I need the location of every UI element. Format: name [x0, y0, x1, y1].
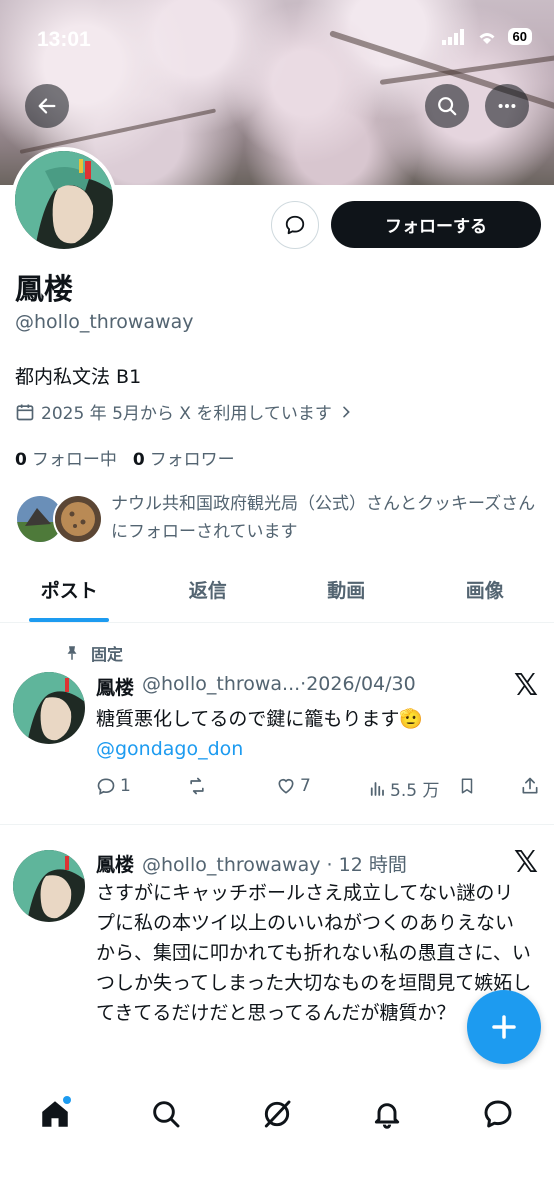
post-header: 鳳楼 @hollo_throwa...·2026/04/30 [96, 673, 416, 700]
like-button[interactable]: 7 [276, 776, 311, 796]
post-body: 糖質悪化してるので鍵に籠もります🫡 [96, 708, 424, 730]
bookmark-icon [461, 778, 473, 794]
share-icon [522, 777, 538, 794]
followed-by-text: ナウル共和国政府観光局（公式）さんとクッキーズさんにフォローされています [111, 494, 536, 542]
repost-icon [190, 777, 204, 795]
joined-text: 2025 年 5月から X を利用しています [41, 404, 332, 424]
search-icon [153, 1101, 180, 1128]
pinned-label: 固定 [91, 645, 124, 664]
followers-label: フォロワー [149, 450, 235, 470]
like-count: 7 [300, 776, 311, 796]
x-logo-icon: 𝕏 [513, 845, 538, 880]
x-logo-icon: 𝕏 [513, 668, 538, 703]
repost-button[interactable] [186, 776, 212, 796]
message-button[interactable] [271, 201, 319, 249]
pin-icon [67, 646, 77, 660]
arrow-left-icon [38, 98, 56, 114]
profile-handle: @hollo_throwaway [15, 311, 194, 333]
nav-search[interactable] [146, 1094, 186, 1134]
back-button[interactable] [25, 84, 69, 128]
follower-avatar-2 [53, 494, 103, 544]
post-avatar[interactable] [13, 850, 85, 922]
post-divider [0, 824, 554, 825]
profile-bio: 都内私文法 B1 [15, 366, 142, 388]
post-meta: @hollo_throwa...·2026/04/30 [142, 673, 416, 695]
more-button[interactable] [485, 84, 529, 128]
post-author-name[interactable]: 鳳楼 [96, 673, 134, 700]
nav-grok[interactable] [257, 1094, 297, 1134]
status-bar: 13:01 60 [0, 0, 554, 80]
heart-icon [278, 778, 294, 794]
chevron-right-icon [343, 406, 350, 417]
joined-date[interactable]: 2025 年 5月から X を利用しています [15, 399, 354, 424]
wifi-icon [479, 32, 495, 44]
tab-videos[interactable]: 動画 [277, 565, 416, 622]
profile-avatar[interactable] [11, 147, 117, 253]
bookmark-button[interactable] [458, 776, 476, 796]
nav-home[interactable] [35, 1094, 75, 1134]
reply-icon [97, 778, 115, 795]
follow-button[interactable]: フォローする [331, 201, 541, 248]
search-icon [438, 97, 457, 116]
compose-button[interactable] [467, 990, 541, 1064]
tab-posts[interactable]: ポスト [0, 565, 139, 622]
views-button[interactable]: 5.5 万 [368, 776, 439, 801]
post-author-name[interactable]: 鳳楼 [96, 850, 134, 877]
post-mention[interactable]: @gondago_don [96, 734, 423, 764]
reply-button[interactable]: 1 [96, 776, 131, 796]
status-time: 13:01 [37, 28, 91, 51]
post-text: 糖質悪化してるので鍵に籠もります🫡 @gondago_don [96, 704, 423, 764]
followers-count: 0 [132, 450, 145, 470]
post-meta: @hollo_throwaway · 12 時間 [142, 854, 407, 876]
following-count: 0 [15, 450, 27, 470]
grok-icon [264, 1100, 291, 1128]
pinned-indicator: 固定 [63, 641, 123, 665]
nav-notifications[interactable] [367, 1094, 407, 1134]
following-label: フォロー中 [31, 450, 117, 470]
system-icons: 60 [441, 28, 532, 45]
calendar-icon [16, 404, 34, 420]
bell-icon [374, 1103, 400, 1129]
share-button[interactable] [520, 776, 540, 796]
view-count: 5.5 万 [390, 781, 440, 801]
followed-by[interactable]: ナウル共和国政府観光局（公式）さんとクッキーズさんにフォローされています [15, 490, 545, 550]
message-icon [285, 215, 305, 235]
message-icon [484, 1100, 512, 1128]
following-link[interactable]: 0 フォロー中 [15, 445, 117, 470]
views-icon [370, 781, 384, 796]
plus-icon [492, 1015, 516, 1039]
display-name: 鳳楼 [15, 272, 74, 306]
post-header: 鳳楼 @hollo_throwaway · 12 時間 [96, 850, 407, 877]
follow-counts: 0 フォロー中 0 フォロワー [15, 445, 235, 470]
signal-icon [441, 28, 464, 45]
profile-tabs: ポスト 返信 動画 画像 [0, 565, 554, 623]
more-icon [498, 103, 516, 109]
search-button[interactable] [425, 84, 469, 128]
followers-link[interactable]: 0 フォロワー [133, 445, 235, 470]
post-avatar[interactable] [13, 672, 85, 744]
battery-indicator: 60 [507, 28, 532, 45]
post-body: さすがにキャッチボールさえ成立してない謎のリプに私の本ツイ以上のいいねがつくのあ… [96, 882, 532, 1024]
bottom-navigation [0, 1070, 554, 1199]
notification-dot [63, 1096, 71, 1104]
tab-images[interactable]: 画像 [416, 565, 554, 622]
nav-messages[interactable] [478, 1094, 518, 1134]
tab-replies[interactable]: 返信 [139, 565, 278, 622]
reply-count: 1 [120, 776, 131, 796]
post-actions: 1 7 5.5 万 [96, 776, 542, 802]
